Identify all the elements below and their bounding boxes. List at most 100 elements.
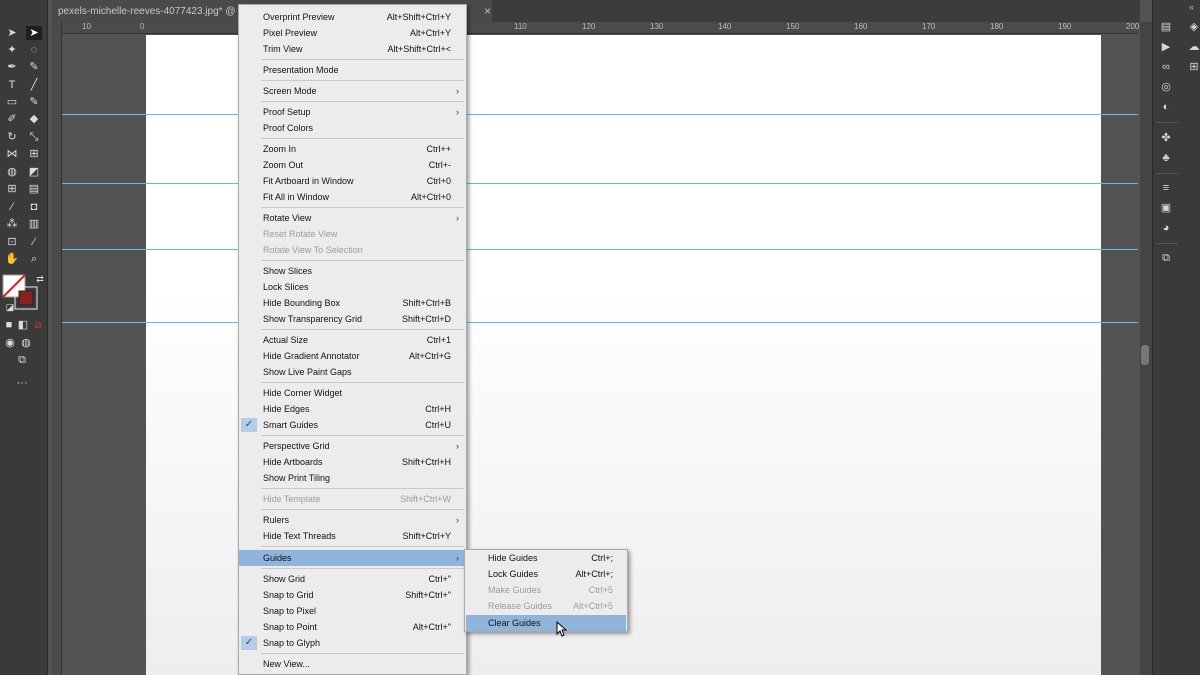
gradient-tool-icon[interactable]: ▤ — [26, 182, 42, 196]
stroke-panel-icon[interactable]: ≡ — [1158, 181, 1174, 195]
menu-item-snap-to-glyph[interactable]: ✓ Snap to Glyph — [239, 635, 466, 651]
menu-item-fit-all[interactable]: Fit All in Window Alt+Ctrl+0 — [239, 189, 466, 205]
menu-item-actual-size[interactable]: Actual Size Ctrl+1 — [239, 332, 466, 348]
hand-tool-icon[interactable]: ✋ — [4, 252, 20, 266]
lasso-tool-icon[interactable]: ◌ — [26, 43, 42, 57]
menu-item-lock-slices[interactable]: Lock Slices — [239, 279, 466, 295]
menu-item-hide-bounding-box[interactable]: Hide Bounding Box Shift+Ctrl+B — [239, 295, 466, 311]
draw-inside-icon[interactable]: ◍ — [18, 336, 34, 350]
links-panel-icon[interactable]: ∞ — [1158, 60, 1174, 74]
menu-item-new-view[interactable]: New View... — [239, 656, 466, 672]
guide-line[interactable] — [62, 114, 1138, 115]
zoom-tool-icon[interactable]: ⌕ — [26, 252, 42, 266]
pen-tool-icon[interactable]: ✒ — [4, 60, 20, 74]
none-color-mode-icon[interactable]: ⧄ — [30, 318, 46, 332]
rotate-tool-icon[interactable]: ↻ — [4, 130, 20, 144]
direct-selection-tool-icon[interactable]: ➤ — [26, 26, 42, 40]
mesh-tool-icon[interactable]: ⊞ — [4, 182, 20, 196]
menu-item-proof-setup[interactable]: Proof Setup › — [239, 104, 466, 120]
menu-item-trim-view[interactable]: Trim View Alt+Shift+Ctrl+< — [239, 41, 466, 57]
guide-line[interactable] — [62, 322, 1138, 323]
scrollbar-thumb[interactable] — [1141, 345, 1149, 365]
layers-panel-icon[interactable]: ◈ — [1186, 20, 1200, 34]
shaper-tool-icon[interactable]: ✐ — [4, 112, 20, 126]
menu-item-hide-corner-widget[interactable]: Hide Corner Widget — [239, 385, 466, 401]
submenu-item-lock-guides[interactable]: Lock Guides Alt+Ctrl+; — [466, 566, 626, 582]
menu-item-presentation-mode[interactable]: Presentation Mode — [239, 62, 466, 78]
menu-item-rulers[interactable]: Rulers › — [239, 512, 466, 528]
close-tab-icon[interactable]: × — [484, 4, 491, 18]
line-tool-icon[interactable]: ╱ — [26, 78, 42, 92]
guide-line[interactable] — [62, 249, 1138, 250]
menu-item-show-live-paint-gaps[interactable]: Show Live Paint Gaps — [239, 364, 466, 380]
appearance-panel-icon[interactable]: ⧉ — [1158, 251, 1174, 265]
submenu-arrow-icon: › — [456, 553, 459, 563]
symbol-sprayer-tool-icon[interactable]: ⁂ — [4, 217, 20, 231]
menu-item-pixel-preview[interactable]: Pixel Preview Alt+Ctrl+Y — [239, 25, 466, 41]
menu-item-perspective-grid[interactable]: Perspective Grid › — [239, 438, 466, 454]
ruler-label: 150 — [786, 22, 800, 31]
transparency-panel-icon[interactable]: ◕ — [1158, 221, 1174, 235]
libraries-panel-icon[interactable]: ☁ — [1186, 40, 1200, 54]
menu-item-hide-artboards[interactable]: Hide Artboards Shift+Ctrl+H — [239, 454, 466, 470]
menu-item-proof-colors[interactable]: Proof Colors — [239, 120, 466, 136]
width-tool-icon[interactable]: ⋈ — [4, 147, 20, 161]
horizontal-ruler[interactable]: 100100110120130140150160170180190200210 — [62, 22, 1200, 34]
magic-wand-tool-icon[interactable]: ✦ — [4, 43, 20, 57]
menu-item-show-slices[interactable]: Show Slices — [239, 263, 466, 279]
scale-tool-icon[interactable]: ⤡ — [26, 130, 42, 144]
artboard-tool-icon[interactable]: ⊡ — [4, 235, 20, 249]
menu-item-show-print-tiling[interactable]: Show Print Tiling — [239, 470, 466, 486]
menu-item-hide-edges[interactable]: Hide Edges Ctrl+H — [239, 401, 466, 417]
column-graph-tool-icon[interactable]: ▥ — [26, 217, 42, 231]
vertical-ruler[interactable] — [52, 22, 62, 675]
menu-item-show-transparency-grid[interactable]: Show Transparency Grid Shift+Ctrl+D — [239, 311, 466, 327]
menu-item-rotate-view[interactable]: Rotate View › — [239, 210, 466, 226]
symbols-panel-icon[interactable]: ♣ — [1158, 151, 1174, 165]
menu-item-guides[interactable]: Guides › — [239, 550, 466, 566]
actions-panel-icon[interactable]: ▶ — [1158, 40, 1174, 54]
rectangle-tool-icon[interactable]: ▭ — [4, 95, 20, 109]
swap-colors-icon[interactable]: ⇄ — [32, 272, 48, 286]
free-transform-tool-icon[interactable]: ⊞ — [26, 147, 42, 161]
menu-item-hide-gradient-annotator[interactable]: Hide Gradient Annotator Alt+Ctrl+G — [239, 348, 466, 364]
slice-tool-icon[interactable]: ⁄ — [26, 235, 42, 249]
properties-panel-icon[interactable]: ▤ — [1158, 20, 1174, 34]
menu-item-hide-text-threads[interactable]: Hide Text Threads Shift+Ctrl+Y — [239, 528, 466, 544]
live-paint-tool-icon[interactable]: ◩ — [26, 165, 42, 179]
submenu-item-clear-guides[interactable]: Clear Guides — [466, 615, 626, 631]
type-tool-icon[interactable]: T — [4, 78, 20, 92]
eyedropper-tool-icon[interactable]: ⁄ — [4, 200, 20, 214]
guide-line[interactable] — [62, 183, 1138, 184]
collapse-panels-icon[interactable]: « — [1189, 2, 1194, 12]
edit-toolbar-icon[interactable]: ··· — [14, 376, 30, 390]
menu-item-snap-to-pixel[interactable]: Snap to Pixel — [239, 603, 466, 619]
menu-item-snap-to-grid[interactable]: Snap to Grid Shift+Ctrl+" — [239, 587, 466, 603]
blend-tool-icon[interactable]: ◘ — [26, 200, 42, 214]
submenu-arrow-icon: › — [456, 213, 459, 223]
paintbrush-tool-icon[interactable]: ✎ — [26, 95, 42, 109]
menu-item-screen-mode[interactable]: Screen Mode › — [239, 83, 466, 99]
shape-builder-tool-icon[interactable]: ◍ — [4, 165, 20, 179]
menu-item-fit-artboard[interactable]: Fit Artboard in Window Ctrl+0 — [239, 173, 466, 189]
eraser-tool-icon[interactable]: ◆ — [26, 112, 42, 126]
selection-tool-icon[interactable]: ➤ — [4, 26, 20, 40]
screen-mode-icon[interactable]: ⧉ — [14, 353, 30, 367]
menu-item-smart-guides[interactable]: ✓ Smart Guides Ctrl+U — [239, 417, 466, 433]
gradient-mode-icon[interactable]: ◧ — [15, 318, 31, 332]
menu-item-snap-to-point[interactable]: Snap to Point Alt+Ctrl+" — [239, 619, 466, 635]
artboards-panel-icon[interactable]: ⊞ — [1186, 60, 1200, 74]
gradient-panel-icon[interactable]: ▣ — [1158, 201, 1174, 215]
menu-item-rotate-view-to-selection: Rotate View To Selection — [263, 245, 363, 255]
menu-item-show-grid[interactable]: Show Grid Ctrl+" — [239, 571, 466, 587]
menu-item-overprint-preview[interactable]: Overprint Preview Alt+Shift+Ctrl+Y — [239, 9, 466, 25]
menu-item-zoom-in[interactable]: Zoom In Ctrl++ — [239, 141, 466, 157]
brushes-panel-icon[interactable]: ✤ — [1158, 131, 1174, 145]
default-colors-icon[interactable]: ◪ — [2, 300, 18, 314]
submenu-item-hide-guides[interactable]: Hide Guides Ctrl+; — [466, 550, 626, 566]
menu-item-zoom-out[interactable]: Zoom Out Ctrl+- — [239, 157, 466, 173]
color-guide-panel-icon[interactable]: ◎ — [1158, 80, 1174, 94]
draw-mode-icon[interactable]: ◉ — [2, 336, 18, 350]
curvature-tool-icon[interactable]: ✎ — [26, 60, 42, 74]
color-panel-icon[interactable]: ◐ — [1158, 100, 1174, 114]
